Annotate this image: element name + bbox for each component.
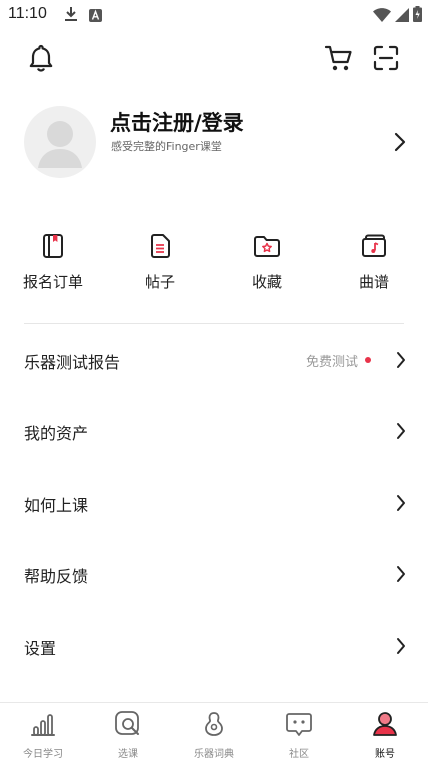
- chevron-right-icon: [396, 351, 406, 373]
- divider: [24, 323, 404, 324]
- shortcut-label: 收藏: [251, 273, 282, 291]
- scan-icon[interactable]: [372, 44, 400, 76]
- account-icon: [343, 709, 427, 743]
- shortcut-label: 帖子: [144, 273, 175, 291]
- menu-label: 如何上课: [24, 496, 89, 515]
- login-title[interactable]: 点击注册/登录: [110, 107, 244, 137]
- shortcut-label: 报名订单: [22, 273, 83, 291]
- guitar-icon: [172, 709, 256, 743]
- search-course-icon: [86, 709, 170, 743]
- app-notification-icon: [89, 7, 102, 26]
- status-bar: 11:10: [0, 0, 428, 30]
- music-score-icon: [334, 233, 414, 263]
- tab-community[interactable]: 社区: [257, 709, 341, 760]
- menu-instrument-test-report[interactable]: 乐器测试报告 免费测试: [0, 335, 428, 385]
- menu-label: 乐器测试报告: [24, 353, 121, 372]
- shortcut-scores[interactable]: 曲谱: [334, 233, 414, 292]
- tab-label: 选课: [118, 749, 138, 760]
- login-subtitle: 感受完整的Finger课堂: [111, 140, 222, 153]
- menu-my-assets[interactable]: 我的资产: [0, 406, 428, 456]
- tab-today-study[interactable]: 今日学习: [1, 709, 85, 760]
- tab-instrument-dictionary[interactable]: 乐器词典: [172, 709, 256, 760]
- battery-icon: [413, 6, 422, 26]
- cart-icon[interactable]: [324, 43, 354, 77]
- tab-account[interactable]: 账号: [343, 709, 427, 760]
- shortcut-orders[interactable]: 报名订单: [13, 233, 93, 292]
- bottom-tab-bar: 今日学习 选课 乐器词典 社区 账号: [0, 702, 428, 762]
- chevron-right-icon: [396, 637, 406, 659]
- bar-chart-icon: [1, 709, 85, 743]
- avatar[interactable]: [24, 106, 96, 178]
- shortcut-row: 报名订单 帖子 收藏 曲谱: [0, 233, 428, 293]
- wifi-icon: [373, 7, 391, 26]
- shortcut-posts[interactable]: 帖子: [120, 233, 200, 292]
- chevron-right-icon: [396, 494, 406, 516]
- chat-bubble-icon: [257, 709, 341, 743]
- chevron-right-icon[interactable]: [394, 132, 406, 156]
- tab-label: 社区: [289, 749, 309, 760]
- signal-icon: [395, 7, 409, 26]
- bell-icon[interactable]: [26, 43, 56, 77]
- menu-how-to-attend[interactable]: 如何上课: [0, 478, 428, 528]
- shortcut-label: 曲谱: [358, 273, 389, 291]
- menu-help-feedback[interactable]: 帮助反馈: [0, 549, 428, 599]
- menu-label: 设置: [24, 639, 57, 658]
- red-dot-badge: [365, 357, 371, 363]
- order-book-icon: [13, 233, 93, 263]
- menu-label: 帮助反馈: [24, 567, 89, 586]
- chevron-right-icon: [396, 422, 406, 444]
- chevron-right-icon: [396, 565, 406, 587]
- shortcut-favorites[interactable]: 收藏: [227, 233, 307, 292]
- tab-label: 乐器词典: [194, 749, 234, 760]
- tab-choose-course[interactable]: 选课: [86, 709, 170, 760]
- favorite-folder-icon: [227, 233, 307, 263]
- post-document-icon: [120, 233, 200, 263]
- tab-label: 今日学习: [23, 749, 63, 760]
- top-bar: [0, 40, 428, 78]
- download-icon: [64, 6, 78, 26]
- menu-settings[interactable]: 设置: [0, 621, 428, 671]
- free-test-label: 免费测试: [305, 355, 358, 370]
- status-time: 11:10: [8, 5, 47, 22]
- tab-label: 账号: [375, 749, 395, 760]
- menu-label: 我的资产: [24, 424, 89, 443]
- profile-login-card[interactable]: 点击注册/登录 感受完整的Finger课堂: [24, 104, 412, 180]
